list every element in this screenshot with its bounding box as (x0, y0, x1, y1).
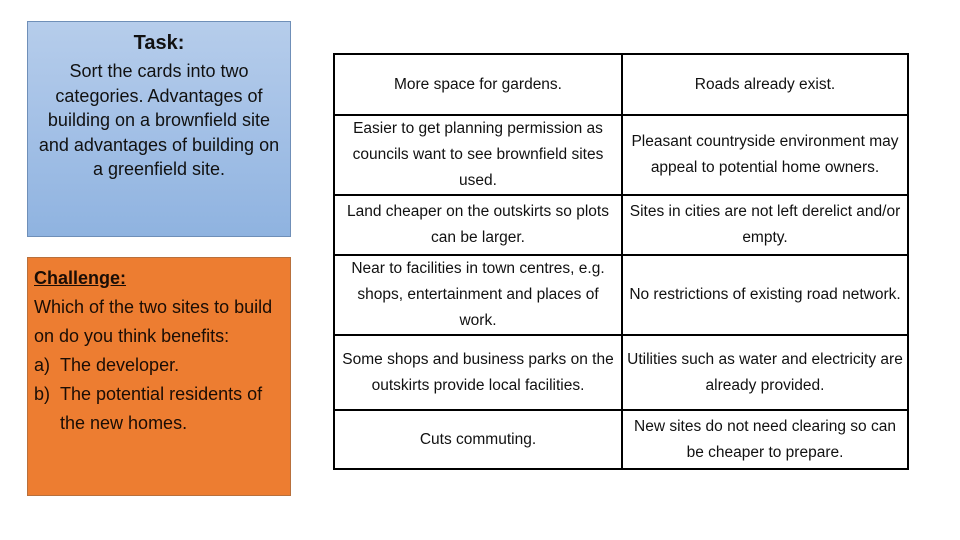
task-title: Task: (133, 32, 185, 54)
card-row: More space for gardens. Roads already ex… (333, 53, 909, 116)
card[interactable]: Cuts commuting. (333, 409, 623, 470)
challenge-title: Challenge: (34, 268, 127, 288)
card-row: Some shops and business parks on the out… (333, 334, 909, 411)
card-row: Easier to get planning permission as cou… (333, 114, 909, 196)
challenge-option: a) The developer. (34, 351, 290, 380)
card[interactable]: Near to facilities in town centres, e.g.… (333, 254, 623, 336)
option-marker: b) (34, 384, 51, 404)
task-instructions: Sort the cards into two categories. Adva… (38, 61, 280, 179)
challenge-question: Which of the two sites to build on do yo… (34, 297, 273, 346)
option-text: The potential residents of the new homes… (60, 384, 263, 433)
challenge-box: Challenge: Which of the two sites to bui… (27, 257, 291, 496)
card[interactable]: No restrictions of existing road network… (621, 254, 909, 336)
card-row: Cuts commuting. New sites do not need cl… (333, 409, 909, 470)
task-box: Task: Sort the cards into two categories… (27, 21, 291, 237)
card[interactable]: Easier to get planning permission as cou… (333, 114, 623, 196)
card-row: Land cheaper on the outskirts so plots c… (333, 194, 909, 256)
card[interactable]: Utilities such as water and electricity … (621, 334, 909, 411)
card[interactable]: Land cheaper on the outskirts so plots c… (333, 194, 623, 256)
challenge-options: a) The developer. b) The potential resid… (34, 351, 290, 438)
card[interactable]: Sites in cities are not left derelict an… (621, 194, 909, 256)
option-text: The developer. (60, 355, 180, 375)
card[interactable]: Some shops and business parks on the out… (333, 334, 623, 411)
card[interactable]: Roads already exist. (621, 53, 909, 116)
card[interactable]: New sites do not need clearing so can be… (621, 409, 909, 470)
option-marker: a) (34, 355, 51, 375)
card[interactable]: More space for gardens. (333, 53, 623, 116)
card[interactable]: Pleasant countryside environment may app… (621, 114, 909, 196)
sorting-cards-table: More space for gardens. Roads already ex… (333, 53, 909, 470)
challenge-option: b) The potential residents of the new ho… (34, 380, 290, 438)
card-row: Near to facilities in town centres, e.g.… (333, 254, 909, 336)
